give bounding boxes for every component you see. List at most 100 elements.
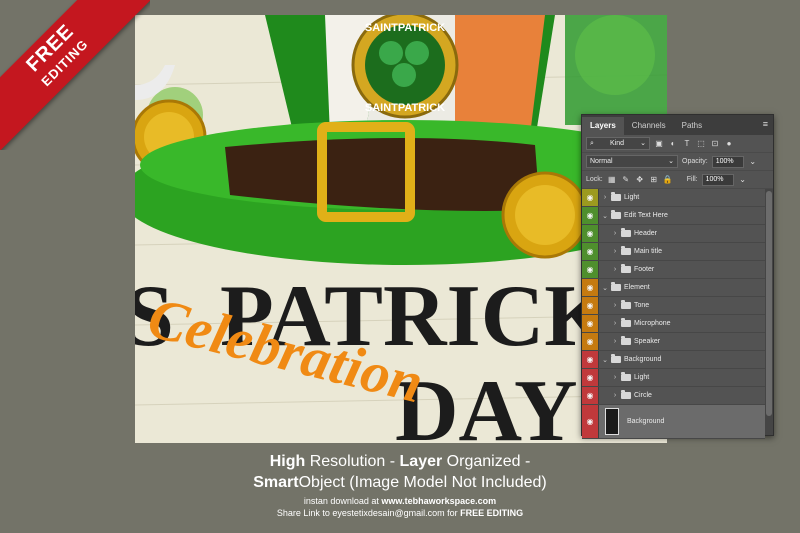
chevron-down-icon[interactable]: ⌄	[601, 356, 609, 364]
type-filter-icon[interactable]: T	[682, 139, 692, 149]
panel-menu-icon[interactable]: ≡	[763, 119, 768, 129]
layer-row[interactable]: ◉ › Footer	[582, 261, 765, 279]
blend-mode-select[interactable]: Normal ⌄	[586, 155, 678, 168]
folder-icon	[611, 282, 621, 291]
visibility-eye-icon[interactable]: ◉	[582, 387, 599, 404]
layer-row[interactable]: ◉ › Light	[582, 189, 765, 207]
shape-filter-icon[interactable]: ⬚	[696, 139, 706, 149]
chevron-right-icon[interactable]: ›	[611, 374, 619, 381]
panel-tabs: Layers Channels Paths ≡	[582, 115, 773, 135]
chevron-right-icon[interactable]: ›	[611, 392, 619, 399]
visibility-eye-icon[interactable]: ◉	[582, 315, 599, 332]
layer-row[interactable]: ◉ ⌄ Background	[582, 351, 765, 369]
chevron-down-icon[interactable]: ⌄	[738, 175, 748, 185]
visibility-eye-icon[interactable]: ◉	[582, 261, 599, 278]
visibility-eye-icon[interactable]: ◉	[582, 297, 599, 314]
layer-thumbnail	[605, 408, 619, 435]
visibility-eye-icon[interactable]: ◉	[582, 351, 599, 368]
caption: High Resolution - Layer Organized - Smar…	[0, 451, 800, 519]
visibility-eye-icon[interactable]: ◉	[582, 207, 599, 224]
caption-free-editing: FREE EDITING	[460, 508, 524, 518]
chevron-down-icon[interactable]: ⌄	[601, 212, 609, 220]
smartobject-filter-icon[interactable]: ⊡	[710, 139, 720, 149]
layer-name: Element	[624, 284, 650, 291]
search-icon: ⌕	[590, 140, 594, 147]
opacity-field[interactable]: 100%	[711, 155, 744, 168]
layer-name: Light	[624, 194, 640, 201]
tab-layers[interactable]: Layers	[582, 117, 624, 135]
chevron-right-icon[interactable]: ›	[601, 194, 609, 201]
layer-list: ◉ › Light ◉ ⌄ Edit Text Here ◉ › Header ◉ › Main ti…	[582, 189, 765, 439]
adjustment-filter-icon[interactable]: ◐	[668, 139, 678, 149]
layer-row[interactable]: ◉ › Microphone	[582, 315, 765, 333]
visibility-eye-icon[interactable]: ◉	[582, 405, 599, 438]
caption-line2: SmartObject (Image Model Not Included)	[0, 472, 800, 493]
caption-line4: Share Link to eyestetixdesain@gmail.com …	[0, 507, 800, 519]
layer-row[interactable]: ◉ › Speaker	[582, 333, 765, 351]
lock-move-icon[interactable]: ✥	[635, 175, 645, 185]
caption-high: High	[269, 453, 306, 470]
layer-name: Main title	[634, 248, 663, 255]
caption-website[interactable]: www.tebhaworkspace.com	[381, 496, 496, 506]
visibility-eye-icon[interactable]: ◉	[582, 279, 599, 296]
visibility-eye-icon[interactable]: ◉	[582, 243, 599, 260]
visibility-eye-icon[interactable]: ◉	[582, 333, 599, 350]
layer-row[interactable]: ◉ › Header	[582, 225, 765, 243]
chevron-down-icon[interactable]: ⌄	[748, 157, 758, 167]
tab-paths[interactable]: Paths	[674, 117, 710, 135]
folder-icon	[621, 300, 631, 309]
kind-filter-select[interactable]: ⌕ Kind ⌄	[586, 137, 650, 150]
filter-toggle-icon[interactable]: ●	[724, 139, 734, 149]
blend-row: Normal ⌄ Opacity: 100% ⌄	[582, 153, 773, 171]
folder-icon	[621, 264, 631, 273]
badge-bottom-text: SAINTPATRICK	[365, 102, 445, 114]
chevron-down-icon[interactable]: ⌄	[601, 284, 609, 292]
layer-name: Tone	[634, 302, 650, 309]
caption-line1: High Resolution - Layer Organized -	[0, 451, 800, 472]
layer-name: Header	[634, 230, 657, 237]
layer-row[interactable]: ◉ › Tone	[582, 297, 765, 315]
lock-transparent-icon[interactable]: ▦	[607, 175, 617, 185]
fill-field[interactable]: 100%	[701, 173, 734, 186]
badge-top-text: SAINTPATRICK	[365, 22, 445, 34]
pixel-filter-icon[interactable]: ▣	[654, 139, 664, 149]
caption-layer: Layer	[399, 453, 443, 470]
folder-icon	[611, 354, 621, 363]
scrollbar-thumb[interactable]	[766, 191, 772, 416]
layers-panel: Layers Channels Paths ≡ ⌕ Kind ⌄ ▣ ◐ T ⬚…	[581, 114, 774, 439]
layer-row[interactable]: ◉ ⌄ Edit Text Here	[582, 207, 765, 225]
lock-brush-icon[interactable]: ✎	[621, 175, 631, 185]
chevron-down-icon: ⌄	[640, 140, 646, 147]
layer-row[interactable]: ◉ › Circle	[582, 387, 765, 405]
layer-row[interactable]: ◉ › Main title	[582, 243, 765, 261]
chevron-down-icon: ⌄	[668, 158, 674, 165]
layer-name: Light	[634, 374, 650, 381]
layer-row[interactable]: ◉ › Light	[582, 369, 765, 387]
visibility-eye-icon[interactable]: ◉	[582, 225, 599, 242]
lock-artboard-icon[interactable]: ⊞	[649, 175, 659, 185]
layer-row[interactable]: ◉ ⌄ Element	[582, 279, 765, 297]
blend-mode-value: Normal	[590, 158, 613, 165]
filter-row: ⌕ Kind ⌄ ▣ ◐ T ⬚ ⊡ ●	[582, 135, 773, 153]
tab-channels[interactable]: Channels	[624, 117, 674, 135]
visibility-eye-icon[interactable]: ◉	[582, 189, 599, 206]
chevron-right-icon[interactable]: ›	[611, 338, 619, 345]
chevron-right-icon[interactable]: ›	[611, 230, 619, 237]
folder-icon	[621, 318, 631, 327]
folder-icon	[621, 246, 631, 255]
layer-name: Circle	[634, 392, 652, 399]
chevron-right-icon[interactable]: ›	[611, 320, 619, 327]
layer-name: Edit Text Here	[624, 212, 668, 219]
chevron-right-icon[interactable]: ›	[611, 248, 619, 255]
chevron-right-icon[interactable]: ›	[611, 266, 619, 273]
folder-icon	[611, 192, 621, 201]
layer-name: Speaker	[634, 338, 661, 345]
visibility-eye-icon[interactable]: ◉	[582, 369, 599, 386]
lock-all-icon[interactable]: 🔒	[663, 175, 673, 185]
folder-icon	[621, 228, 631, 237]
layer-row-background[interactable]: ◉ Background	[582, 405, 765, 439]
caption-resolution: Resolution -	[305, 453, 400, 470]
layers-scrollbar[interactable]	[765, 189, 773, 435]
opacity-label: Opacity:	[682, 158, 708, 165]
chevron-right-icon[interactable]: ›	[611, 302, 619, 309]
